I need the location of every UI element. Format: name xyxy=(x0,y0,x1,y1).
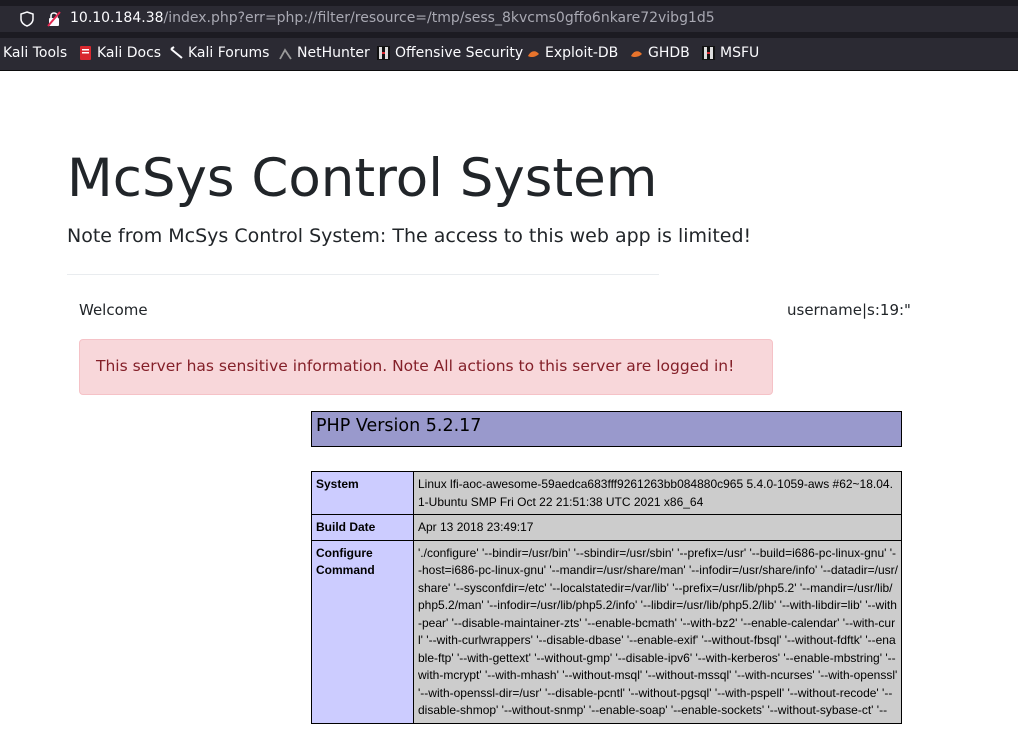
bookmark-label: NetHunter xyxy=(297,45,370,61)
bookmarks-toolbar: Kali Tools Kali Docs Kali Forums NetHunt… xyxy=(0,38,1018,71)
insecure-lock-icon[interactable] xyxy=(46,11,62,27)
page-note: Note from McSys Control System: The acce… xyxy=(67,225,752,247)
divider xyxy=(67,274,659,275)
kali-docs-icon xyxy=(79,46,92,60)
row-key: System xyxy=(311,471,414,515)
address-bar[interactable]: 10.10.184.38/index.php?err=php://filter/… xyxy=(0,6,1018,32)
php-version-text: PHP Version 5.2.17 xyxy=(316,416,482,436)
row-value: Linux lfi-aoc-awesome-59aedca683fff92612… xyxy=(413,471,902,515)
row-value: './configure' '--bindir=/usr/bin' '--sbi… xyxy=(413,539,902,724)
bookmark-ghdb[interactable]: GHDB xyxy=(630,45,690,61)
table-row: System Linux lfi-aoc-awesome-59aedca683f… xyxy=(311,471,902,515)
browser-toolbar: 10.10.184.38/index.php?err=php://filter/… xyxy=(0,0,1018,38)
bookmark-nethunter[interactable]: NetHunter xyxy=(279,45,370,61)
kali-forums-icon xyxy=(170,46,183,60)
php-version-header: PHP Version 5.2.17 xyxy=(311,411,902,447)
bookmark-kali-docs[interactable]: Kali Docs xyxy=(79,45,161,61)
bookmark-label: Offensive Security xyxy=(395,45,524,61)
bookmark-offensive-security[interactable]: Offensive Security xyxy=(377,45,523,61)
table-row: Configure Command './configure' '--bindi… xyxy=(311,539,902,724)
alert-danger: This server has sensitive information. N… xyxy=(79,339,773,395)
bookmark-label: Kali Forums xyxy=(188,45,270,61)
bookmark-exploit-db[interactable]: Exploit-DB xyxy=(527,45,618,61)
bookmark-label: GHDB xyxy=(648,45,690,61)
nethunter-icon xyxy=(279,46,292,60)
bookmark-label: Kali Tools xyxy=(3,45,68,61)
ghdb-icon xyxy=(630,46,643,60)
url-text[interactable]: 10.10.184.38/index.php?err=php://filter/… xyxy=(70,10,715,26)
msfu-icon xyxy=(702,46,715,60)
bookmark-kali-tools[interactable]: Kali Tools xyxy=(3,45,67,61)
page-title: McSys Control System xyxy=(67,148,658,209)
bookmark-msfu[interactable]: MSFU xyxy=(702,45,759,61)
bookmark-label: Exploit-DB xyxy=(545,45,619,61)
alert-text: This server has sensitive information. N… xyxy=(96,357,735,375)
bookmark-label: MSFU xyxy=(720,45,760,61)
username-text: username|s:19:" xyxy=(787,301,911,319)
url-path: /index.php?err=php://filter/resource=/tm… xyxy=(163,10,715,26)
shield-icon[interactable] xyxy=(20,11,36,27)
table-row: Build Date Apr 13 2018 23:49:17 xyxy=(311,514,902,541)
welcome-text: Welcome xyxy=(79,301,148,319)
exploitdb-icon xyxy=(527,46,540,60)
phpinfo-table: System Linux lfi-aoc-awesome-59aedca683f… xyxy=(311,471,902,724)
row-value: Apr 13 2018 23:49:17 xyxy=(413,514,902,541)
row-key: Configure Command xyxy=(311,539,414,724)
bookmark-kali-forums[interactable]: Kali Forums xyxy=(170,45,269,61)
url-host: 10.10.184.38 xyxy=(70,10,164,26)
row-key: Build Date xyxy=(311,514,414,541)
offsec-icon xyxy=(377,46,390,60)
bookmark-label: Kali Docs xyxy=(97,45,162,61)
